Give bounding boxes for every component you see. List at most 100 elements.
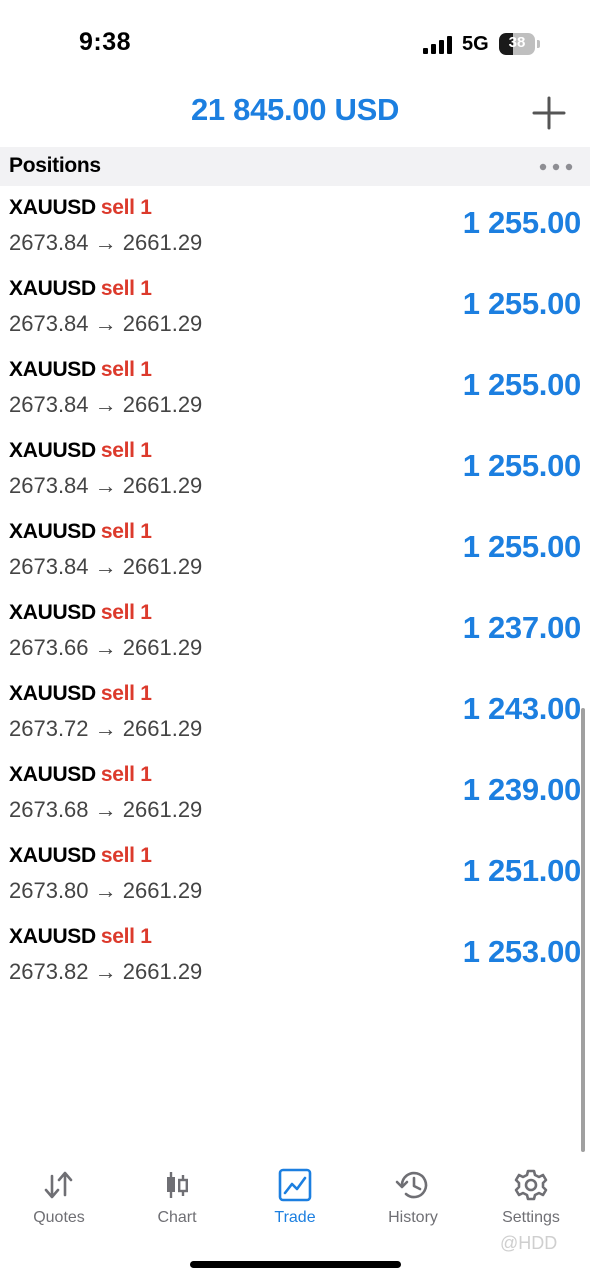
open-price: 2673.84 xyxy=(9,392,89,417)
position-prices: 2673.82 → 2661.29 xyxy=(9,959,202,985)
tab-quotes[interactable]: Quotes xyxy=(0,1160,118,1240)
position-row[interactable]: XAUUSD sell 1 2673.80 → 2661.29 1 251.00 xyxy=(0,834,590,915)
position-symbol-line: XAUUSD sell 1 xyxy=(9,601,152,625)
position-row[interactable]: XAUUSD sell 1 2673.84 → 2661.29 1 255.00 xyxy=(0,510,590,591)
position-row[interactable]: XAUUSD sell 1 2673.82 → 2661.29 1 253.00 xyxy=(0,915,590,996)
status-bar: 9:38 5G 38 xyxy=(0,0,590,86)
position-prices: 2673.66 → 2661.29 xyxy=(9,635,202,661)
position-prices: 2673.80 → 2661.29 xyxy=(9,878,202,904)
position-side: sell 1 xyxy=(100,439,152,462)
scrollbar[interactable] xyxy=(581,708,585,1152)
position-symbol-line: XAUUSD sell 1 xyxy=(9,439,152,463)
position-row[interactable]: XAUUSD sell 1 2673.84 → 2661.29 1 255.00 xyxy=(0,267,590,348)
position-symbol-line: XAUUSD sell 1 xyxy=(9,358,152,382)
home-indicator[interactable] xyxy=(190,1261,401,1268)
position-prices: 2673.84 → 2661.29 xyxy=(9,554,202,580)
position-side: sell 1 xyxy=(100,601,152,624)
position-profit: 1 239.00 xyxy=(462,772,582,807)
position-row[interactable]: XAUUSD sell 1 2673.66 → 2661.29 1 237.00 xyxy=(0,591,590,672)
arrow-right-icon: → xyxy=(88,878,123,903)
position-profit: 1 253.00 xyxy=(462,934,582,969)
arrow-right-icon: → xyxy=(88,392,123,417)
arrow-right-icon: → xyxy=(88,554,123,579)
position-side: sell 1 xyxy=(100,925,152,948)
position-row[interactable]: XAUUSD sell 1 2673.72 → 2661.29 1 243.00 xyxy=(0,672,590,753)
open-price: 2673.72 xyxy=(9,716,89,741)
open-price: 2673.82 xyxy=(9,959,89,984)
position-profit: 1 255.00 xyxy=(462,286,582,321)
position-row[interactable]: XAUUSD sell 1 2673.84 → 2661.29 1 255.00 xyxy=(0,348,590,429)
plus-icon[interactable] xyxy=(531,95,567,131)
position-symbol: XAUUSD xyxy=(9,925,96,948)
position-symbol-line: XAUUSD sell 1 xyxy=(9,196,152,220)
history-clock-icon xyxy=(395,1171,428,1199)
open-price: 2673.84 xyxy=(9,554,89,579)
position-side: sell 1 xyxy=(100,358,152,381)
position-symbol: XAUUSD xyxy=(9,196,96,219)
position-side: sell 1 xyxy=(100,844,152,867)
position-side: sell 1 xyxy=(100,520,152,543)
open-price: 2673.68 xyxy=(9,797,89,822)
more-dots-icon[interactable] xyxy=(539,163,573,171)
position-symbol-line: XAUUSD sell 1 xyxy=(9,277,152,301)
tab-settings[interactable]: Settings xyxy=(472,1160,590,1240)
current-price: 2661.29 xyxy=(122,797,203,822)
tab-label: Settings xyxy=(502,1209,560,1226)
arrow-right-icon: → xyxy=(88,959,123,984)
tab-label: History xyxy=(388,1209,438,1226)
position-symbol-line: XAUUSD sell 1 xyxy=(9,925,152,949)
account-balance: 21 845.00 USD xyxy=(190,92,400,127)
current-price: 2661.29 xyxy=(122,878,203,903)
current-price: 2661.29 xyxy=(122,959,203,984)
position-symbol: XAUUSD xyxy=(9,682,96,705)
current-price: 2661.29 xyxy=(122,392,203,417)
positions-list: XAUUSD sell 1 2673.84 → 2661.29 1 255.00 XAU… xyxy=(0,186,590,996)
battery-level: 38 xyxy=(508,34,526,51)
position-symbol-line: XAUUSD sell 1 xyxy=(9,682,152,706)
position-profit: 1 251.00 xyxy=(462,853,582,888)
position-symbol-line: XAUUSD sell 1 xyxy=(9,844,152,868)
tab-label: Trade xyxy=(274,1209,316,1226)
current-price: 2661.29 xyxy=(122,554,203,579)
position-row[interactable]: XAUUSD sell 1 2673.84 → 2661.29 1 255.00 xyxy=(0,429,590,510)
position-profit: 1 237.00 xyxy=(462,610,582,645)
arrow-right-icon: → xyxy=(88,797,123,822)
position-profit: 1 255.00 xyxy=(462,367,582,402)
positions-section-header: Positions xyxy=(0,147,590,186)
position-side: sell 1 xyxy=(100,763,152,786)
position-prices: 2673.84 → 2661.29 xyxy=(9,311,202,337)
tab-history[interactable]: History xyxy=(354,1160,472,1240)
arrow-right-icon: → xyxy=(88,473,123,498)
position-prices: 2673.84 → 2661.29 xyxy=(9,230,202,256)
position-row[interactable]: XAUUSD sell 1 2673.68 → 2661.29 1 239.00 xyxy=(0,753,590,834)
position-symbol: XAUUSD xyxy=(9,601,96,624)
position-symbol: XAUUSD xyxy=(9,277,96,300)
position-side: sell 1 xyxy=(100,682,152,705)
quotes-arrows-icon xyxy=(44,1171,73,1199)
position-prices: 2673.68 → 2661.29 xyxy=(9,797,202,823)
tab-chart[interactable]: Chart xyxy=(118,1160,236,1240)
position-profit: 1 255.00 xyxy=(462,448,582,483)
arrow-right-icon: → xyxy=(88,635,123,660)
arrow-right-icon: → xyxy=(88,230,123,255)
position-profit: 1 255.00 xyxy=(462,205,582,240)
tab-trade[interactable]: Trade xyxy=(236,1160,354,1240)
tab-label: Quotes xyxy=(33,1209,85,1226)
arrow-right-icon: → xyxy=(88,311,123,336)
cellular-signal-icon xyxy=(423,36,452,54)
tab-label: Chart xyxy=(157,1209,197,1226)
position-symbol: XAUUSD xyxy=(9,844,96,867)
current-price: 2661.29 xyxy=(122,311,203,336)
arrow-right-icon: → xyxy=(88,716,123,741)
position-prices: 2673.72 → 2661.29 xyxy=(9,716,202,742)
position-profit: 1 243.00 xyxy=(462,691,582,726)
position-prices: 2673.84 → 2661.29 xyxy=(9,473,202,499)
status-time: 9:38 xyxy=(79,28,132,56)
current-price: 2661.29 xyxy=(122,635,203,660)
position-side: sell 1 xyxy=(100,196,152,219)
network-type: 5G xyxy=(462,33,489,55)
position-symbol: XAUUSD xyxy=(9,763,96,786)
open-price: 2673.84 xyxy=(9,473,89,498)
position-row[interactable]: XAUUSD sell 1 2673.84 → 2661.29 1 255.00 xyxy=(0,186,590,267)
trade-chart-icon xyxy=(278,1168,312,1202)
